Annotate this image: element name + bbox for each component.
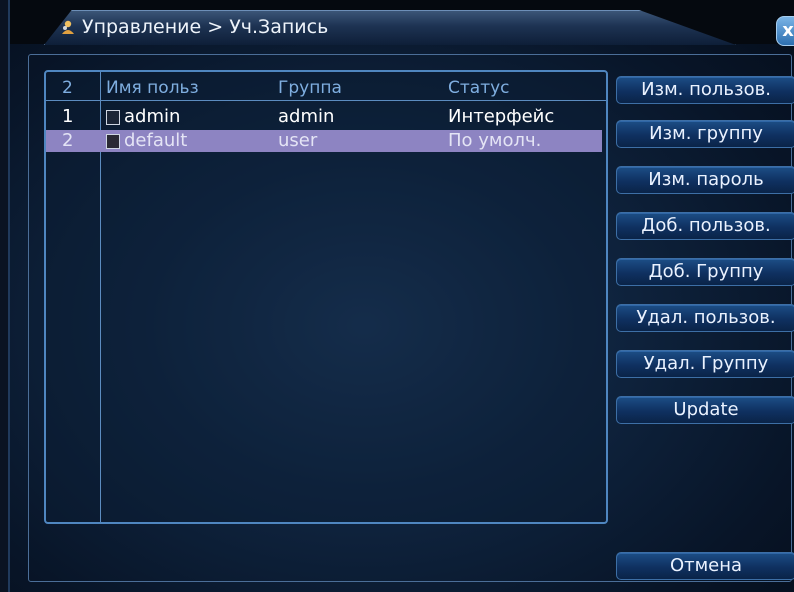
user-table: 2 Имя польз Группа Статус 1 admin admin …	[44, 70, 608, 524]
header-group: Группа	[278, 78, 342, 98]
row-user: default	[124, 130, 188, 151]
table-row-selected[interactable]: 2 default user По умолч.	[46, 130, 602, 152]
header-user: Имя польз	[106, 78, 199, 98]
table-row[interactable]: 1 admin admin Интерфейс	[46, 106, 602, 128]
add-group-button[interactable]: Доб. Группу	[616, 258, 794, 286]
header-count: 2	[62, 78, 73, 98]
row-checkbox[interactable]	[106, 134, 120, 149]
modify-group-button[interactable]: Изм. группу	[616, 120, 794, 148]
window-title: Управление > Уч.Запись	[82, 16, 329, 38]
row-checkbox[interactable]	[106, 110, 120, 125]
header-status: Статус	[448, 78, 510, 98]
row-user: admin	[124, 106, 181, 127]
add-user-button[interactable]: Доб. пользов.	[616, 212, 794, 240]
user-account-icon	[62, 20, 74, 34]
row-index: 2	[62, 130, 74, 151]
cancel-button[interactable]: Отмена	[616, 552, 794, 580]
close-button[interactable]: x	[776, 16, 794, 46]
delete-group-button[interactable]: Удал. Группу	[616, 350, 794, 378]
header-divider	[46, 100, 606, 101]
table-header: 2 Имя польз Группа Статус	[46, 78, 606, 100]
row-index: 1	[62, 106, 74, 127]
delete-user-button[interactable]: Удал. пользов.	[616, 304, 794, 332]
update-button[interactable]: Update	[616, 396, 794, 424]
row-status: По умолч.	[448, 130, 542, 151]
row-status: Интерфейс	[448, 106, 555, 127]
account-management-window: Управление > Уч.Запись x 2 Имя польз Гру…	[8, 0, 794, 592]
row-group: admin	[278, 106, 335, 127]
modify-user-button[interactable]: Изм. пользов.	[616, 76, 794, 104]
modify-password-button[interactable]: Изм. пароль	[616, 166, 794, 194]
row-group: user	[278, 130, 318, 151]
title-bar: Управление > Уч.Запись x	[10, 0, 794, 46]
